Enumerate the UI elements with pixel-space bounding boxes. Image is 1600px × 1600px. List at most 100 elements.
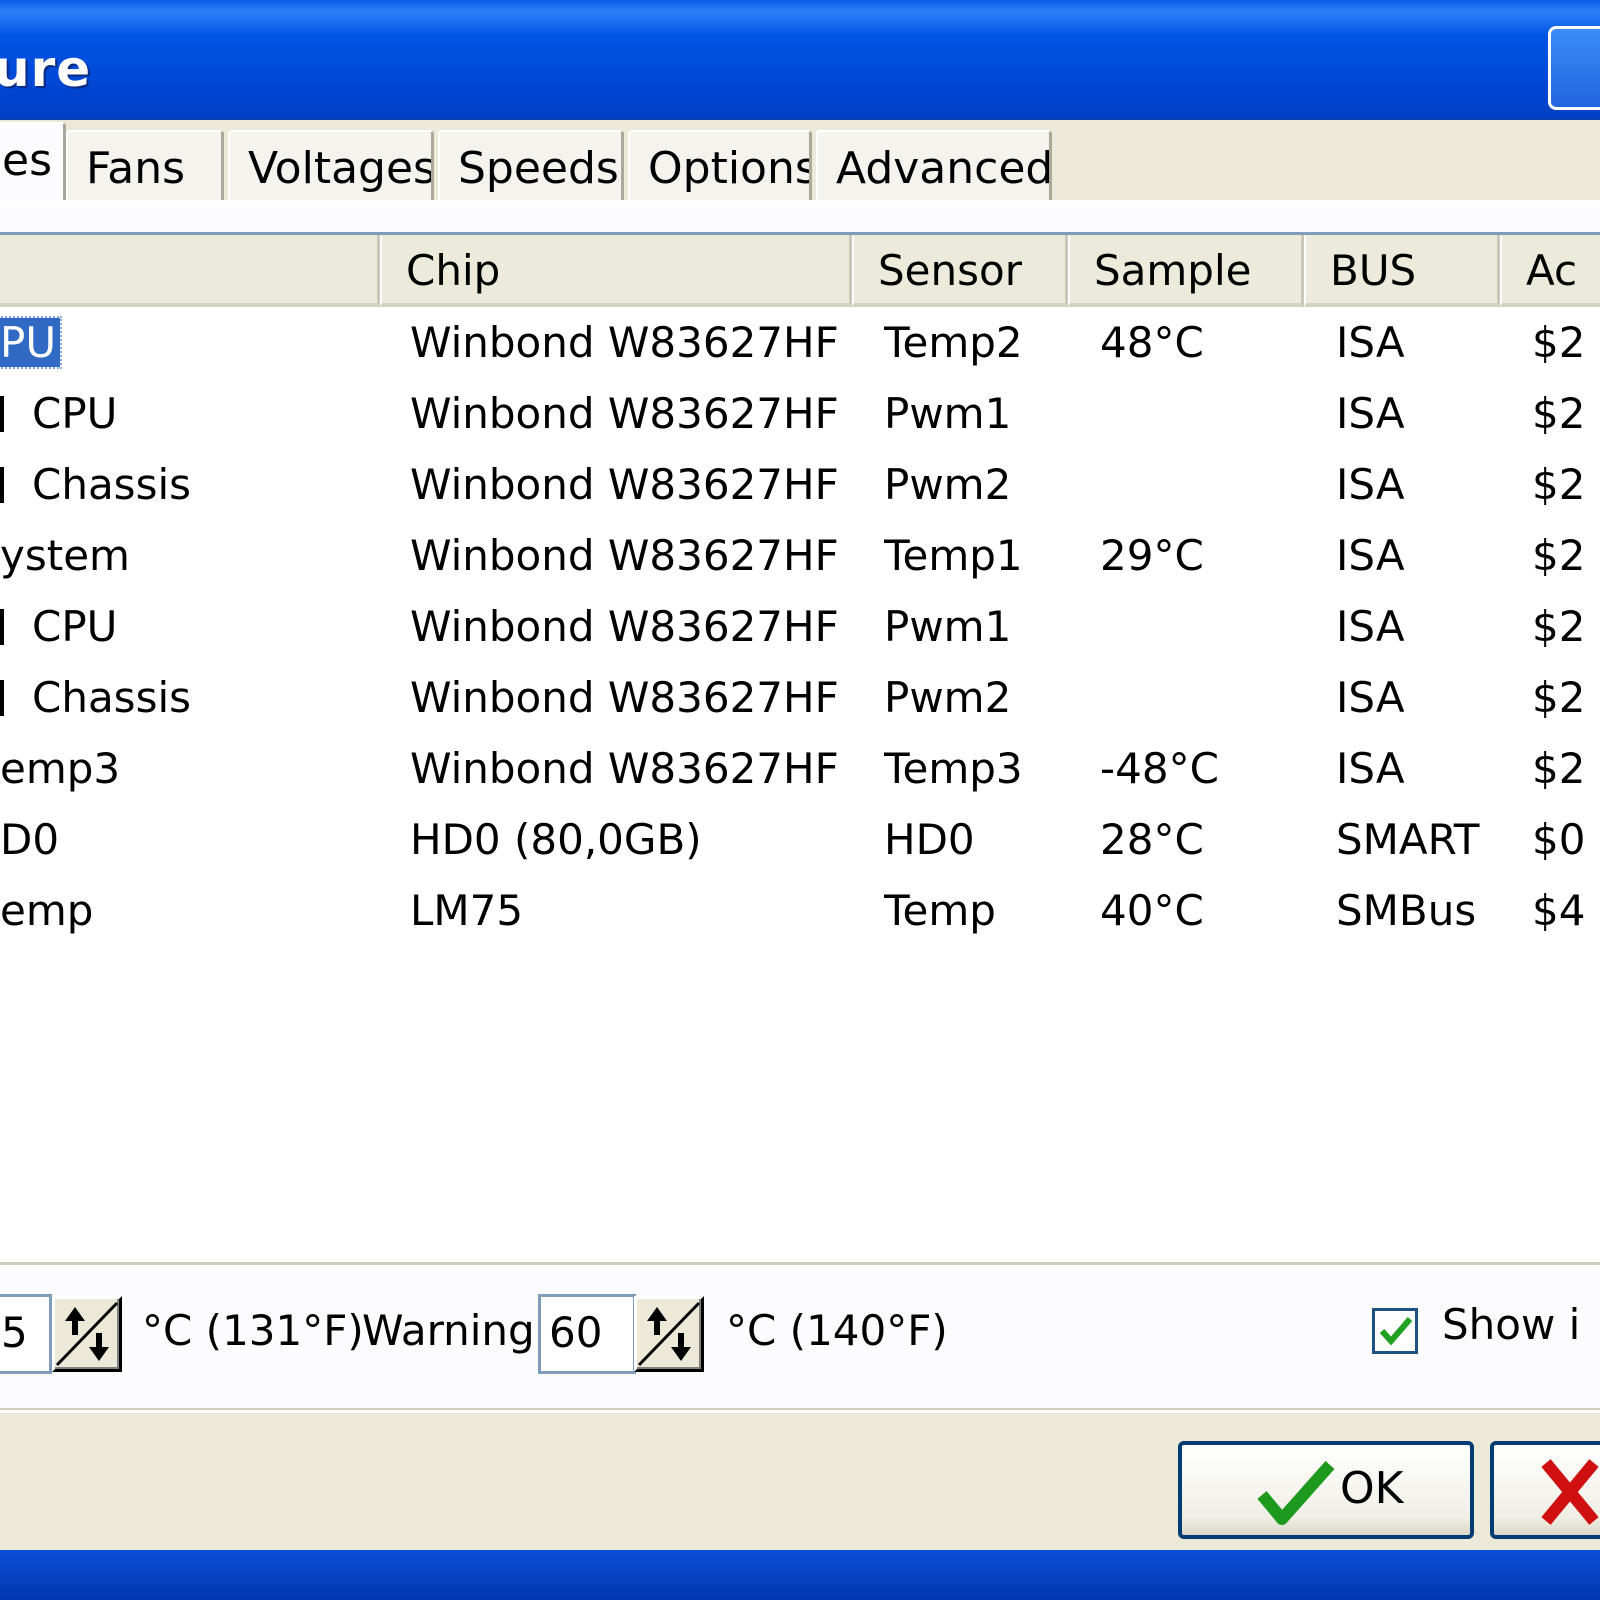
column-header-sample[interactable]: Sample bbox=[1068, 235, 1304, 307]
cell-bus: ISA bbox=[1336, 449, 1500, 520]
column-header-bus[interactable]: BUS bbox=[1304, 235, 1500, 307]
cell-addr: $2 bbox=[1532, 378, 1600, 449]
warning-spin-button[interactable] bbox=[634, 1296, 704, 1372]
column-header-chip[interactable]: Chip bbox=[380, 235, 852, 307]
cell-name: Chassis bbox=[32, 662, 408, 733]
cell-sensor-text: Pwm1 bbox=[884, 602, 1012, 651]
cell-sensor: HD0 bbox=[884, 804, 1064, 875]
cell-name-text: emp3 bbox=[0, 744, 121, 793]
threshold-unit-label: °C (131°F) bbox=[142, 1306, 364, 1355]
cell-bus-text: ISA bbox=[1336, 389, 1405, 438]
cell-bus-text: ISA bbox=[1336, 673, 1405, 722]
cell-addr-text: $2 bbox=[1532, 673, 1586, 722]
cell-sensor: Pwm1 bbox=[884, 378, 1064, 449]
window-title: ure bbox=[0, 40, 92, 98]
cell-name-text: CPU bbox=[32, 602, 118, 651]
cell-chip-text: Winbond W83627HF bbox=[410, 460, 839, 509]
table-row[interactable]: CPU Winbond W83627HF Pwm1 ISA $2 bbox=[0, 378, 1600, 449]
warning-input[interactable]: 60 bbox=[538, 1294, 636, 1374]
table-row[interactable]: Chassis Winbond W83627HF Pwm2 ISA $2 bbox=[0, 449, 1600, 520]
cell-name-text: emp bbox=[0, 886, 94, 935]
cell-addr-text: $2 bbox=[1532, 389, 1586, 438]
cell-bus: ISA bbox=[1336, 307, 1500, 378]
sensor-list[interactable]: Chip Sensor Sample BUS Ac PU Winbond W836… bbox=[0, 232, 1600, 1265]
tree-line bbox=[0, 680, 4, 716]
cell-sample bbox=[1100, 662, 1300, 733]
cell-chip: Winbond W83627HF bbox=[410, 662, 850, 733]
table-row[interactable]: emp3 Winbond W83627HF Temp3 -48°C ISA $2 bbox=[0, 733, 1600, 804]
cell-bus: ISA bbox=[1336, 662, 1500, 733]
cell-sample-text: 29°C bbox=[1100, 531, 1204, 580]
cell-sample: -48°C bbox=[1100, 733, 1300, 804]
table-row[interactable]: ystem Winbond W83627HF Temp1 29°C ISA $2 bbox=[0, 520, 1600, 591]
table-row[interactable]: PU Winbond W83627HF Temp2 48°C ISA $2 bbox=[0, 307, 1600, 378]
cell-sensor: Temp1 bbox=[884, 520, 1064, 591]
column-header-name[interactable] bbox=[0, 235, 380, 307]
cell-sample: 29°C bbox=[1100, 520, 1300, 591]
cell-chip-text: Winbond W83627HF bbox=[410, 531, 839, 580]
cell-name-text: D0 bbox=[0, 815, 60, 864]
cell-sensor-text: Temp1 bbox=[884, 531, 1023, 580]
cell-sample bbox=[1100, 449, 1300, 520]
cell-name: ystem bbox=[0, 520, 376, 591]
cell-sensor: Temp2 bbox=[884, 307, 1064, 378]
cell-chip-text: Winbond W83627HF bbox=[410, 602, 839, 651]
cell-name-text: Chassis bbox=[32, 460, 191, 509]
cancel-button[interactable] bbox=[1490, 1441, 1600, 1539]
cell-chip: Winbond W83627HF bbox=[410, 307, 850, 378]
cell-name-text: CPU bbox=[32, 389, 118, 438]
cell-sensor-text: Pwm2 bbox=[884, 673, 1012, 722]
cell-addr-text: $0 bbox=[1532, 815, 1586, 864]
list-bottom-highlight bbox=[0, 1265, 1600, 1268]
cell-bus-text: SMART bbox=[1336, 815, 1480, 864]
cell-name: CPU bbox=[32, 378, 408, 449]
title-bar[interactable]: ure bbox=[0, 0, 1600, 120]
cell-name-text: PU bbox=[0, 316, 63, 369]
column-header-sensor[interactable]: Sensor bbox=[852, 235, 1068, 307]
show-checkbox[interactable] bbox=[1372, 1308, 1418, 1354]
cell-addr-text: $2 bbox=[1532, 602, 1586, 651]
tree-line bbox=[0, 467, 4, 503]
cell-addr-text: $4 bbox=[1532, 886, 1586, 935]
cell-addr: $2 bbox=[1532, 662, 1600, 733]
cancel-x-icon bbox=[1541, 1459, 1599, 1525]
cell-bus-text: ISA bbox=[1336, 744, 1405, 793]
cell-chip: Winbond W83627HF bbox=[410, 378, 850, 449]
cell-sample bbox=[1100, 378, 1300, 449]
window-control-button[interactable] bbox=[1548, 26, 1600, 110]
table-row[interactable]: D0 HD0 (80,0GB) HD0 28°C SMART $0 bbox=[0, 804, 1600, 875]
cell-sample bbox=[1100, 591, 1300, 662]
threshold-spin-button[interactable] bbox=[52, 1296, 122, 1372]
table-row[interactable]: emp LM75 Temp 40°C SMBus $4 bbox=[0, 875, 1600, 946]
cell-addr-text: $2 bbox=[1532, 318, 1586, 367]
window-bottom-border bbox=[0, 1550, 1600, 1600]
cell-sensor: Temp3 bbox=[884, 733, 1064, 804]
cell-sensor: Pwm2 bbox=[884, 662, 1064, 733]
cell-sample: 28°C bbox=[1100, 804, 1300, 875]
cell-bus: ISA bbox=[1336, 378, 1500, 449]
threshold-input[interactable]: 5 bbox=[0, 1294, 52, 1374]
cell-bus-text: ISA bbox=[1336, 602, 1405, 651]
cell-sample: 48°C bbox=[1100, 307, 1300, 378]
table-row[interactable]: CPU Winbond W83627HF Pwm1 ISA $2 bbox=[0, 591, 1600, 662]
cell-bus: ISA bbox=[1336, 733, 1500, 804]
cell-sensor-text: Temp2 bbox=[884, 318, 1023, 367]
cell-sensor-text: HD0 bbox=[884, 815, 975, 864]
cell-name: PU bbox=[0, 307, 376, 378]
cell-chip: Winbond W83627HF bbox=[410, 449, 850, 520]
cell-bus: SMART bbox=[1336, 804, 1500, 875]
cell-name: CPU bbox=[32, 591, 408, 662]
checkmark-icon bbox=[1257, 1461, 1335, 1525]
dialog-button-area: OK bbox=[0, 1410, 1600, 1553]
cell-addr-text: $2 bbox=[1532, 744, 1586, 793]
cell-sensor-text: Temp3 bbox=[884, 744, 1023, 793]
cell-sample-text: 48°C bbox=[1100, 318, 1204, 367]
cell-chip-text: LM75 bbox=[410, 886, 524, 935]
cell-name-text: Chassis bbox=[32, 673, 191, 722]
table-row[interactable]: Chassis Winbond W83627HF Pwm2 ISA $2 bbox=[0, 662, 1600, 733]
cell-addr-text: $2 bbox=[1532, 460, 1586, 509]
cell-chip-text: Winbond W83627HF bbox=[410, 673, 839, 722]
ok-button[interactable]: OK bbox=[1178, 1441, 1474, 1539]
cell-chip: Winbond W83627HF bbox=[410, 733, 850, 804]
column-header-address[interactable]: Ac bbox=[1500, 235, 1600, 307]
